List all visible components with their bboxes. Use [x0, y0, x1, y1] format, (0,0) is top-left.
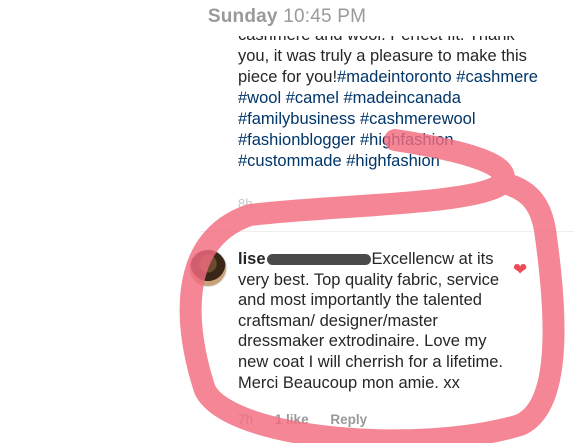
- timestamp-day: Sunday: [207, 6, 278, 27]
- redaction-bar: [266, 254, 371, 266]
- divider: [200, 231, 574, 232]
- post-caption: cashmere and wool. Perfect fit. Thank yo…: [238, 36, 538, 172]
- likes-count[interactable]: 1 like: [275, 412, 309, 427]
- heart-icon[interactable]: ❤: [513, 261, 529, 278]
- comment-username[interactable]: lise: [238, 250, 266, 268]
- message-timestamp: Sunday 10:45 PM: [0, 6, 574, 28]
- avatar[interactable]: [189, 249, 227, 287]
- reply-button[interactable]: Reply: [330, 412, 367, 427]
- caption-age: 8h: [238, 196, 253, 211]
- timestamp-time: 10:45 PM: [283, 6, 367, 27]
- comment-body: lise Excellencw at its very best. Top qua…: [238, 249, 503, 393]
- comment-meta: 7h 1 like Reply: [238, 412, 385, 427]
- caption-cut-line: cashmere and wool. Perfect fit. Thank: [238, 36, 538, 46]
- comment-age: 7h: [238, 412, 254, 427]
- comment-text: Excellencw at its very best. Top quality…: [238, 250, 504, 392]
